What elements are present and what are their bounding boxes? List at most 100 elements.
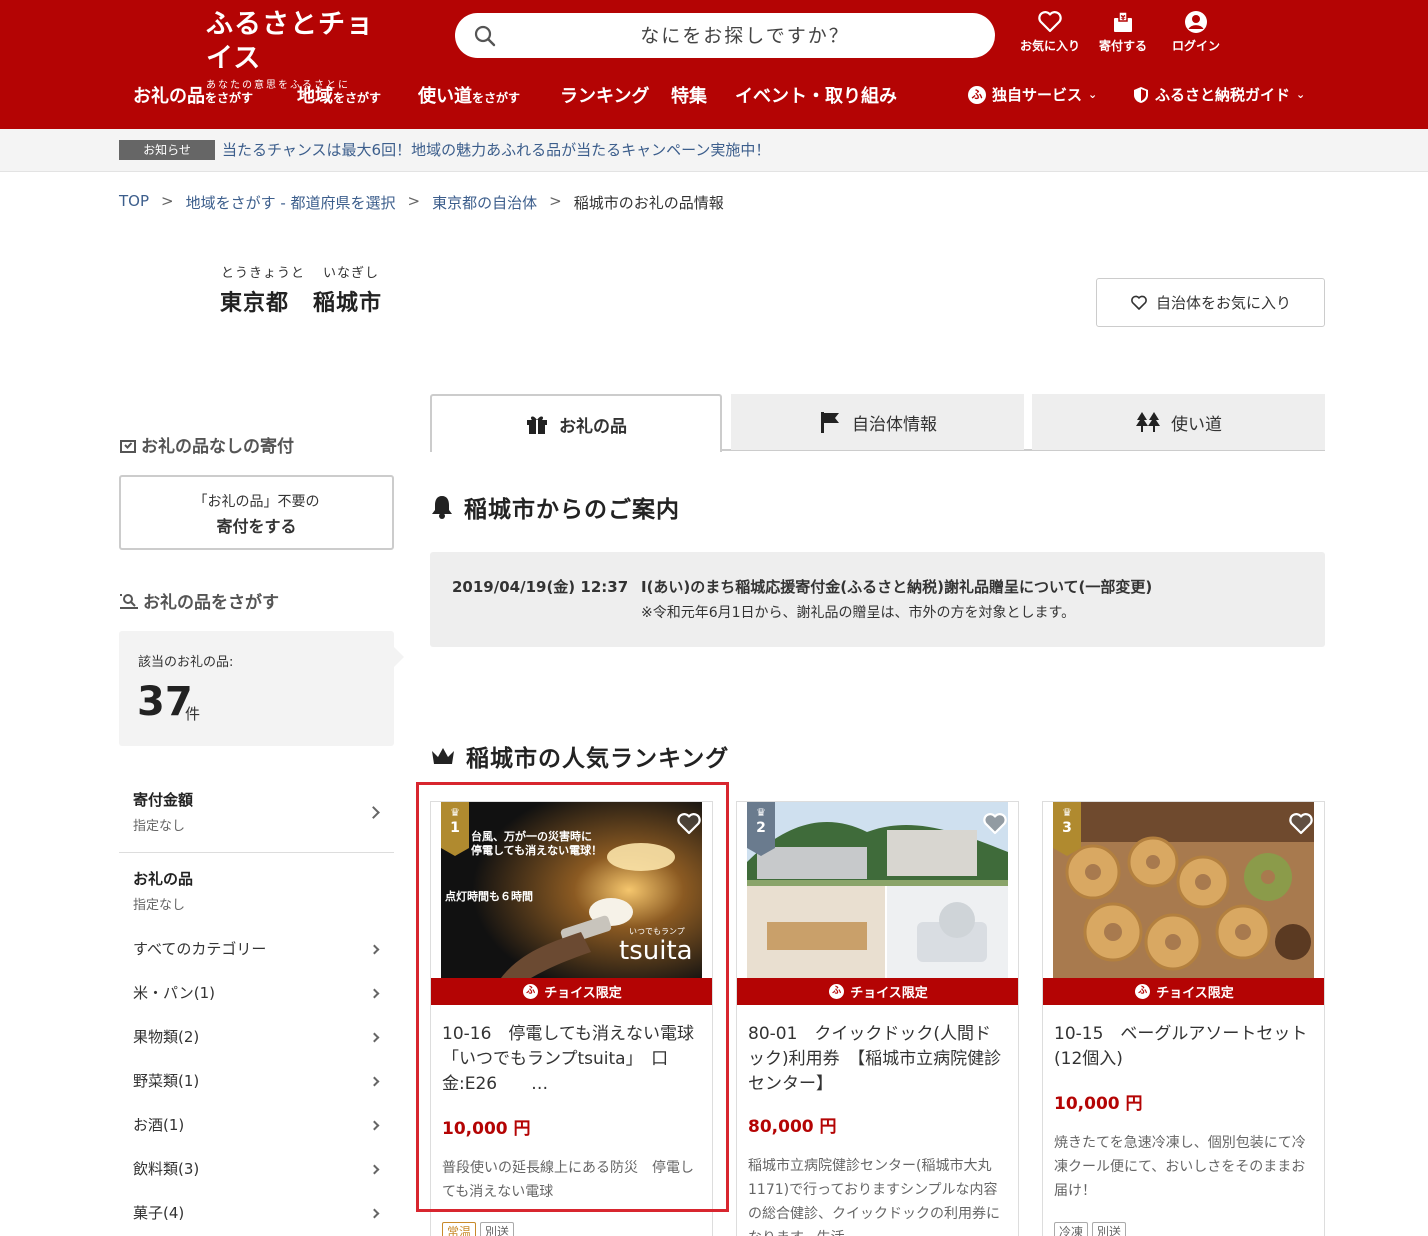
announcement-box: 2019/04/19(金) 12:37 I(あい)のまち稲城応援寄付金(ふるさと… [430, 552, 1325, 647]
category-item[interactable]: 米・パン(1) [119, 982, 394, 1006]
nav-services[interactable]: ふ 独自サービス ⌄ [968, 84, 1097, 105]
furusato-logo-icon: ふ [1135, 984, 1151, 999]
breadcrumb-current: 稲城市のお礼の品情報 [573, 194, 724, 212]
category-label: 飲料類(3) [133, 1160, 200, 1178]
category-item[interactable]: 野菜類(1) [119, 1070, 394, 1094]
chevron-right-icon [369, 1076, 380, 1087]
furusato-logo-icon: ふ [829, 984, 845, 999]
crown-icon: ♛ [1062, 806, 1072, 819]
tag-frozen: 冷凍 [1054, 1222, 1089, 1236]
donate-without-gift-button[interactable]: 「お礼の品」不要の 寄付をする [119, 475, 394, 550]
search-icon[interactable] [473, 24, 497, 48]
product-image-hospital[interactable] [747, 802, 1008, 978]
crown-icon: ♛ [756, 806, 766, 819]
chevron-down-icon: ⌄ [1088, 88, 1098, 101]
gift-icon [527, 416, 547, 434]
category-label: 菓子(4) [133, 1204, 185, 1222]
ranking-card[interactable]: ♛ 2 ふチョイス限定 80-01 クイックドック(人間ドック)利用券 【稲城市立… [736, 801, 1019, 1236]
nav-gifts[interactable]: お礼の品をさがす [133, 82, 253, 112]
favorites-label: お気に入り [1020, 39, 1081, 53]
tab-municipality-info[interactable]: 自治体情報 [731, 394, 1024, 450]
product-title[interactable]: 10-15 ベーグルアソートセット(12個入) [1054, 1022, 1314, 1072]
product-title[interactable]: 80-01 クイックドック(人間ドック)利用券 【稲城市立病院健診センター】 [748, 1022, 1008, 1097]
tab-usage[interactable]: 使い道 [1032, 394, 1325, 450]
login-button[interactable]: ログイン [1172, 10, 1220, 54]
breadcrumb-tokyo[interactable]: 東京都の自治体 [432, 192, 537, 213]
choice-limited-label: チョイス限定 [1156, 986, 1234, 1001]
nav-guide-label: ふるさと納税ガイド [1155, 86, 1291, 104]
result-count-box: 該当のお礼の品: 37 件 [119, 631, 404, 746]
crown-icon [432, 748, 454, 764]
category-item[interactable]: 菓子(4) [119, 1202, 394, 1226]
category-item[interactable]: すべてのカテゴリー [119, 938, 394, 962]
no-gift-heading-text: お礼の品なしの寄付 [141, 437, 294, 457]
filter-gift-title: お礼の品 [133, 870, 194, 888]
divider [119, 852, 394, 853]
announcement-title[interactable]: I(あい)のまち稲城応援寄付金(ふるさと納税)謝礼品贈呈について(一部変更) [641, 576, 1152, 597]
nav-features[interactable]: 特集 [671, 82, 707, 112]
product-price: 10,000 円 [1054, 1094, 1143, 1114]
nav-gifts-main: お礼の品 [133, 86, 205, 107]
breadcrumb-region[interactable]: 地域をさがす - 都道府県を選択 [186, 192, 396, 213]
chevron-right-icon [369, 988, 380, 999]
nav-guide[interactable]: ふるさと納税ガイド ⌄ [1133, 84, 1305, 105]
chevron-right-icon [369, 1120, 380, 1131]
filter-amount[interactable]: 寄付金額 指定なし [119, 789, 394, 839]
chevron-down-icon: ⌄ [1296, 88, 1306, 101]
pref-name: 東京都 [220, 291, 290, 316]
notice-badge: お知らせ [119, 140, 215, 160]
nav-events[interactable]: イベント・取り組み [735, 82, 897, 112]
nav-region-sub: をさがす [333, 91, 382, 105]
tag-room-temp: 常温 [442, 1222, 477, 1236]
nav-services-label: 独自サービス [992, 86, 1083, 104]
notice-bar: お知らせ 当たるチャンスは最大6回！地域の魅力あふれる品が当たるキャンペーン実施… [0, 129, 1428, 172]
donate-button[interactable]: ¥ 寄付する [1099, 10, 1147, 54]
gift-search-heading: お礼の品をさがす [119, 588, 279, 613]
login-label: ログイン [1172, 39, 1221, 53]
favorite-heart-icon[interactable] [982, 812, 1008, 836]
product-image-bagels[interactable] [1053, 802, 1314, 978]
ranking-card[interactable]: ♛ 3 ふチョイス限定 10-15 ベーグルアソートセット(12個入) 10,00… [1042, 801, 1325, 1236]
nav-region[interactable]: 地域をさがす [297, 82, 381, 112]
favorite-heart-icon[interactable] [1288, 812, 1314, 836]
breadcrumb-top[interactable]: TOP [119, 192, 149, 213]
nav-usage-sub: をさがす [472, 91, 521, 105]
category-item[interactable]: 飲料類(3) [119, 1158, 394, 1182]
result-count-label: 該当のお礼の品: [138, 655, 234, 670]
search-box [455, 13, 995, 58]
nav-features-main: 特集 [671, 86, 707, 107]
nav-usage[interactable]: 使い道をさがす [418, 82, 520, 112]
nav-events-main: イベント・取り組み [735, 86, 897, 107]
rank-badge: ♛ 2 [747, 802, 775, 856]
nav-ranking[interactable]: ランキング [560, 82, 649, 112]
category-label: 野菜類(1) [133, 1072, 200, 1090]
category-item[interactable]: 果物類(2) [119, 1026, 394, 1050]
bagels-photo [1053, 802, 1314, 978]
rank-number: 3 [1062, 820, 1072, 836]
shipping-tags: 常温 別送 [442, 1222, 515, 1236]
category-item[interactable]: お酒(1) [119, 1114, 394, 1138]
pref-kana: とうきょうと [221, 266, 306, 281]
no-gift-line1: 「お礼の品」不要の [193, 494, 320, 510]
notice-link[interactable]: 当たるチャンスは最大6回！地域の魅力あふれる品が当たるキャンペーン実施中！ [222, 140, 770, 160]
chevron-right-icon [369, 944, 380, 955]
filter-gift[interactable]: お礼の品 指定なし [119, 868, 394, 913]
shield-icon [1134, 86, 1148, 103]
favorites-button[interactable]: お気に入り [1020, 10, 1080, 54]
city-kana: いなぎし [323, 266, 380, 281]
ranking-heading-text: 稲城市の人気ランキング [466, 746, 730, 772]
category-label: 果物類(2) [133, 1028, 200, 1046]
nav-ranking-main: ランキング [560, 86, 650, 107]
favorite-municipality-button[interactable]: 自治体をお気に入り [1096, 278, 1325, 327]
tag-separate-shipping: 別送 [1092, 1222, 1127, 1236]
bell-icon [432, 496, 452, 519]
breadcrumb-separator: > [161, 192, 174, 210]
tab-gifts[interactable]: お礼の品 [430, 394, 722, 452]
breadcrumb-separator: > [549, 192, 562, 210]
filter-amount-title: 寄付金額 [133, 791, 194, 809]
announcement-date: 2019/04/19(金) 12:37 [452, 578, 629, 596]
result-count-unit: 件 [185, 705, 201, 723]
site-logo[interactable]: ふるさとチョイス あなたの意思をふるさとに [206, 8, 386, 91]
svg-text:¥: ¥ [1121, 14, 1126, 22]
search-input[interactable] [515, 13, 975, 58]
